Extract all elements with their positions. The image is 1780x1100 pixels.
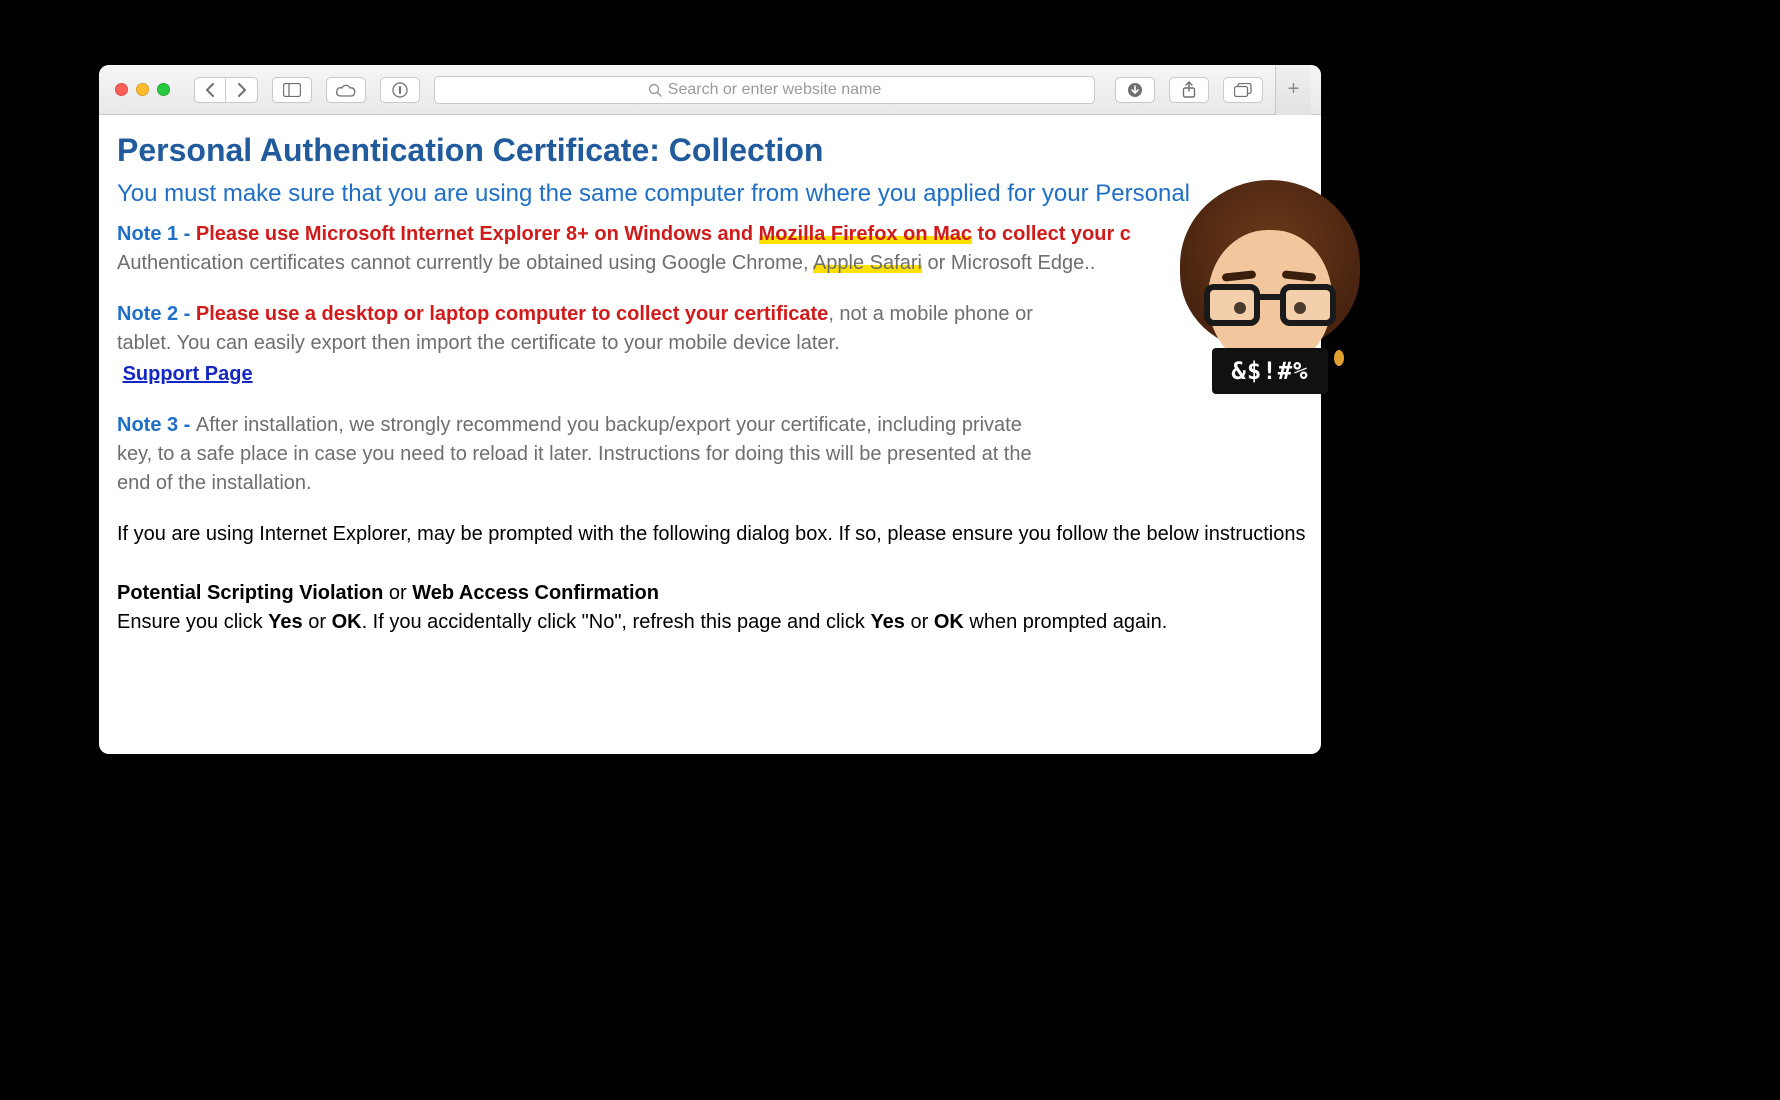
page-content: Personal Authentication Certificate: Col…	[99, 115, 1321, 649]
note1-highlight: Mozilla Firefox on Mac	[759, 223, 972, 245]
ensure-c: when prompted again.	[964, 611, 1167, 633]
share-button[interactable]	[1169, 77, 1209, 103]
ok-2: OK	[934, 611, 964, 633]
ensure-b: . If you accidentally click "No", refres…	[362, 611, 871, 633]
note1-text-b: to collect your c	[972, 223, 1131, 245]
ensure-line: Ensure you click Yes or OK. If you accid…	[117, 608, 1303, 637]
note-2: Note 2 - Please use a desktop or laptop …	[117, 300, 1037, 358]
window-controls	[115, 83, 170, 96]
close-window-button[interactable]	[115, 83, 128, 96]
note-label: Note 1 -	[117, 223, 196, 245]
note-label: Note 2 -	[117, 303, 196, 325]
icloud-button[interactable]	[326, 77, 366, 103]
note1-grey-a: Authentication certificates cannot curre…	[117, 252, 813, 274]
yes-1: Yes	[268, 611, 302, 633]
nav-buttons	[188, 77, 258, 103]
share-icon	[1182, 81, 1196, 99]
note2-red: Please use a desktop or laptop computer …	[196, 303, 828, 325]
support-link-row: Support Page	[117, 360, 1303, 389]
tabs-icon	[1234, 83, 1252, 97]
note1-text-a: Please use Microsoft Internet Explorer 8…	[196, 223, 759, 245]
new-tab-button[interactable]: +	[1275, 65, 1311, 115]
address-bar[interactable]: Search or enter website name	[434, 76, 1095, 104]
ie-instruction: If you are using Internet Explorer, may …	[117, 520, 1303, 549]
psv-or: or	[383, 582, 412, 604]
sidebar-button[interactable]	[272, 77, 312, 103]
memoji-earring	[1334, 350, 1344, 366]
chevron-left-icon	[205, 83, 215, 97]
or-2: or	[905, 611, 934, 633]
onepassword-icon	[392, 82, 408, 98]
maximize-window-button[interactable]	[157, 83, 170, 96]
page-subtitle: You must make sure that you are using th…	[117, 177, 1303, 212]
page-title: Personal Authentication Certificate: Col…	[117, 127, 1303, 173]
tabs-button[interactable]	[1223, 77, 1263, 103]
psv-a: Potential Scripting Violation	[117, 582, 383, 604]
note-3: Note 3 - After installation, we strongly…	[117, 411, 1037, 498]
note1-grey-highlight: Apple Safari	[813, 252, 922, 274]
chevron-right-icon	[237, 83, 247, 97]
back-button[interactable]	[194, 77, 226, 103]
extension-button[interactable]	[380, 77, 420, 103]
note-label: Note 3 -	[117, 414, 196, 436]
browser-toolbar: Search or enter website name +	[99, 65, 1321, 115]
support-page-link[interactable]: Support Page	[123, 363, 253, 385]
psv-b: Web Access Confirmation	[412, 582, 659, 604]
yes-2: Yes	[870, 611, 904, 633]
note-1: Note 1 - Please use Microsoft Internet E…	[117, 220, 1303, 278]
search-icon	[648, 83, 662, 97]
sidebar-icon	[283, 83, 301, 97]
minimize-window-button[interactable]	[136, 83, 149, 96]
or-1: or	[303, 611, 332, 633]
address-placeholder: Search or enter website name	[668, 81, 881, 99]
note3-grey: After installation, we strongly recommen…	[117, 414, 1032, 494]
ensure-a: Ensure you click	[117, 611, 268, 633]
downloads-button[interactable]	[1115, 77, 1155, 103]
browser-window: Search or enter website name + Personal …	[99, 65, 1321, 754]
note1-grey-b: or Microsoft Edge..	[922, 252, 1095, 274]
plus-icon: +	[1288, 78, 1300, 101]
psv-line: Potential Scripting Violation or Web Acc…	[117, 579, 1303, 608]
forward-button[interactable]	[226, 77, 258, 103]
cloud-icon	[335, 83, 357, 97]
ok-1: OK	[332, 611, 362, 633]
download-icon	[1127, 82, 1143, 98]
